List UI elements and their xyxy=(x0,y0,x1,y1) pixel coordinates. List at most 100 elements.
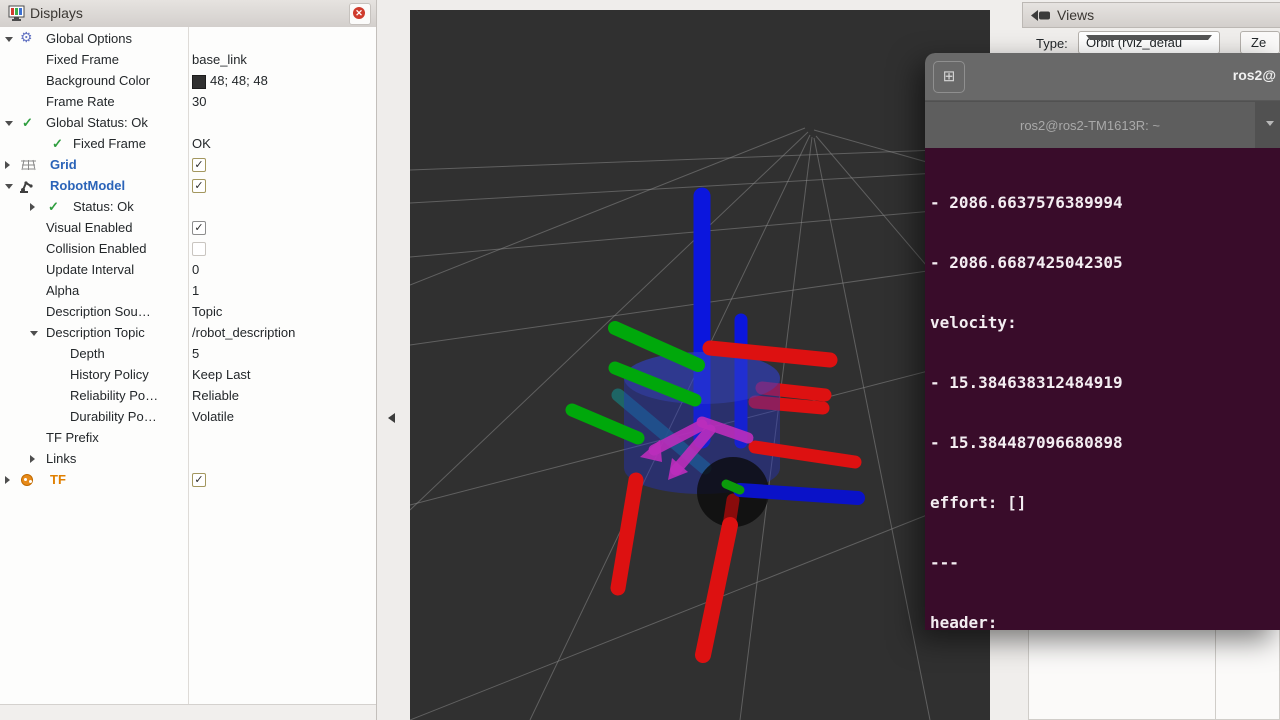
terminal-line: header: xyxy=(930,613,1280,630)
row-value[interactable]: base_link xyxy=(192,52,247,67)
view-type-dropdown[interactable]: Orbit (rviz_defau xyxy=(1078,31,1220,54)
displays-tree: ⚙ Global Options Fixed Frame base_link B… xyxy=(0,27,376,704)
expand-arrow-icon[interactable] xyxy=(30,203,35,211)
tab-list-chevron-icon[interactable] xyxy=(1266,121,1274,126)
terminal-line: - 2086.6687425042305 xyxy=(930,253,1280,273)
row-value[interactable]: Volatile xyxy=(192,409,234,424)
displays-panel-title: Displays xyxy=(30,5,83,21)
close-icon: ✕ xyxy=(353,7,365,19)
robotmodel-enabled-checkbox[interactable] xyxy=(192,179,206,193)
expand-arrow-icon[interactable] xyxy=(5,121,13,126)
expand-arrow-icon[interactable] xyxy=(5,37,13,42)
chevron-down-icon xyxy=(1086,35,1212,40)
color-swatch[interactable] xyxy=(192,75,206,89)
robot-scene xyxy=(410,10,990,720)
row-label: History Policy xyxy=(70,367,149,382)
row-history-policy[interactable]: History Policy Keep Last xyxy=(0,364,375,385)
terminal-line: velocity: xyxy=(930,313,1280,333)
close-displays-button[interactable]: ✕ xyxy=(349,3,371,25)
terminal-window[interactable]: ⊞ ros2@ ros2@ros2-TM1613R: ~ - 2086.6637… xyxy=(925,53,1280,630)
terminal-line: --- xyxy=(930,553,1280,573)
row-value[interactable]: /robot_description xyxy=(192,325,295,340)
terminal-tabbar: ros2@ros2-TM1613R: ~ xyxy=(925,100,1280,149)
row-frame-rate[interactable]: Frame Rate 30 xyxy=(0,91,375,112)
row-label: Frame Rate xyxy=(46,94,115,109)
row-alpha[interactable]: Alpha 1 xyxy=(0,280,375,301)
row-label: Links xyxy=(46,451,76,466)
grid-icon xyxy=(21,159,36,171)
row-update-interval[interactable]: Update Interval 0 xyxy=(0,259,375,280)
row-value[interactable]: 5 xyxy=(192,346,199,361)
row-visual-enabled[interactable]: Visual Enabled xyxy=(0,217,375,238)
view-type-label: Type: xyxy=(1036,36,1068,51)
terminal-line: - 15.384487096680898 xyxy=(930,433,1280,453)
new-tab-icon: ⊞ xyxy=(943,68,956,85)
check-icon: ✓ xyxy=(48,199,59,214)
row-label: Global Options xyxy=(46,31,132,46)
expand-arrow-icon[interactable] xyxy=(5,161,10,169)
row-value[interactable]: 48; 48; 48 xyxy=(210,73,268,88)
row-global-options[interactable]: ⚙ Global Options xyxy=(0,28,375,49)
row-value[interactable]: 0 xyxy=(192,262,199,277)
grid-enabled-checkbox[interactable] xyxy=(192,158,206,172)
row-background-color[interactable]: Background Color 48; 48; 48 xyxy=(0,70,375,91)
tf-x-axis-red-leg-2 xyxy=(703,525,730,655)
displays-panel: Displays ✕ ⚙ Global Options Fixed Frame … xyxy=(0,0,377,720)
row-label: Durability Po… xyxy=(70,409,157,424)
expand-arrow-icon[interactable] xyxy=(5,476,10,484)
row-label: Depth xyxy=(70,346,105,361)
row-value[interactable]: Reliable xyxy=(192,388,239,403)
check-icon: ✓ xyxy=(52,136,63,151)
row-fixed-frame[interactable]: Fixed Frame base_link xyxy=(0,49,375,70)
tf-axis-blue-horizontal xyxy=(740,490,858,498)
new-tab-button[interactable]: ⊞ xyxy=(933,61,965,93)
row-reliability-policy[interactable]: Reliability Po… Reliable xyxy=(0,385,375,406)
row-tf-prefix[interactable]: TF Prefix xyxy=(0,427,375,448)
row-value[interactable]: Topic xyxy=(192,304,222,319)
row-label: Reliability Po… xyxy=(70,388,158,403)
row-value[interactable]: 1 xyxy=(192,283,199,298)
zero-button[interactable]: Ze xyxy=(1240,31,1280,54)
robot-model xyxy=(572,196,858,655)
tf-enabled-checkbox[interactable] xyxy=(192,473,206,487)
row-depth[interactable]: Depth 5 xyxy=(0,343,375,364)
row-durability-policy[interactable]: Durability Po… Volatile xyxy=(0,406,375,427)
expand-arrow-icon[interactable] xyxy=(5,184,13,189)
row-value[interactable]: Keep Last xyxy=(192,367,251,382)
expand-arrow-icon[interactable] xyxy=(30,331,38,336)
terminal-tab[interactable]: ros2@ros2-TM1613R: ~ xyxy=(925,102,1255,149)
row-label: Alpha xyxy=(46,283,79,298)
row-description-source[interactable]: Description Sou… Topic xyxy=(0,301,375,322)
collision-enabled-checkbox[interactable] xyxy=(192,242,206,256)
row-robotmodel-status[interactable]: ✓ Status: Ok xyxy=(0,196,375,217)
terminal-window-title: ros2@ xyxy=(1233,67,1276,83)
terminal-titlebar[interactable]: ⊞ ros2@ xyxy=(925,53,1280,100)
row-value: OK xyxy=(192,136,211,151)
tf-x-axis-red-leg-1 xyxy=(618,480,636,588)
tf-green-nub xyxy=(726,484,740,490)
row-collision-enabled[interactable]: Collision Enabled xyxy=(0,238,375,259)
row-global-status[interactable]: ✓ Global Status: Ok xyxy=(0,112,375,133)
3d-viewport[interactable] xyxy=(410,10,990,720)
row-value[interactable]: 30 xyxy=(192,94,206,109)
row-grid-display[interactable]: Grid xyxy=(0,154,375,175)
terminal-line: - 2086.6637576389994 xyxy=(930,193,1280,213)
row-label: Grid xyxy=(50,157,77,172)
visual-enabled-checkbox[interactable] xyxy=(192,221,206,235)
expand-arrow-icon[interactable] xyxy=(30,455,35,463)
rviz-window: Displays ✕ ⚙ Global Options Fixed Frame … xyxy=(0,0,1280,720)
terminal-line: effort: [] xyxy=(930,493,1280,513)
row-description-topic[interactable]: Description Topic /robot_description xyxy=(0,322,375,343)
terminal-output[interactable]: - 2086.6637576389994 - 2086.668742504230… xyxy=(925,148,1280,630)
row-links[interactable]: Links xyxy=(0,448,375,469)
row-tf-display[interactable]: TF xyxy=(0,469,375,490)
row-robotmodel-display[interactable]: RobotModel xyxy=(0,175,375,196)
terminal-line: - 15.384638312484919 xyxy=(930,373,1280,393)
row-label: Status: Ok xyxy=(73,199,134,214)
robot-icon xyxy=(20,179,36,193)
check-icon: ✓ xyxy=(22,115,33,130)
row-fixed-frame-status[interactable]: ✓ Fixed Frame OK xyxy=(0,133,375,154)
row-label: Update Interval xyxy=(46,262,134,277)
panel-collapse-arrow-icon[interactable] xyxy=(388,413,395,423)
row-label: TF xyxy=(50,472,66,487)
